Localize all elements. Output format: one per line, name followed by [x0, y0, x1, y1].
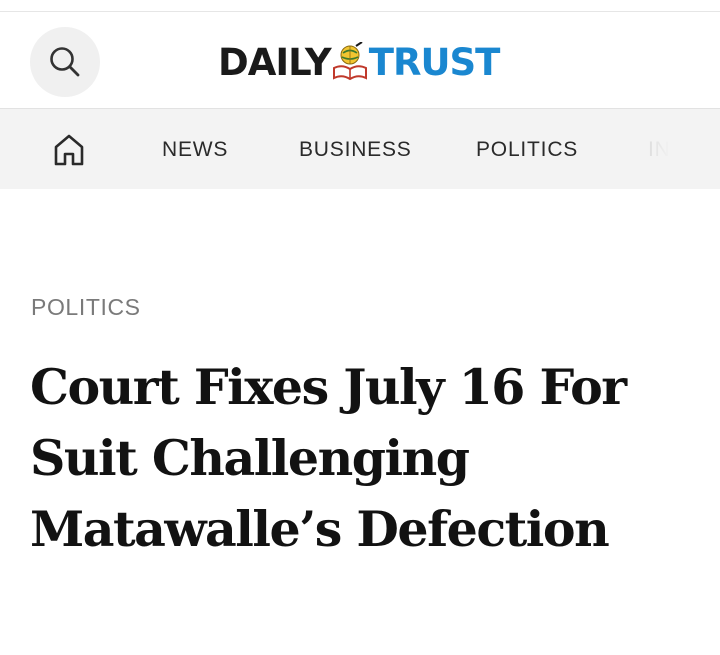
- article-headline: Court Fixes July 16 For Suit Challenging…: [30, 358, 627, 558]
- site-header: DAILY TRUST: [0, 12, 720, 108]
- article-section-label[interactable]: POLITICS: [31, 294, 141, 321]
- nav-overflow-fade: [610, 109, 720, 189]
- logo-emblem-icon: [332, 42, 367, 81]
- nav-item-business[interactable]: BUSINESS: [299, 138, 412, 162]
- search-button[interactable]: [30, 27, 100, 97]
- logo-trust-text: TRUST: [368, 40, 501, 84]
- search-icon: [50, 47, 80, 77]
- nav-item-politics[interactable]: POLITICS: [476, 138, 578, 162]
- site-logo[interactable]: DAILY TRUST: [218, 40, 501, 84]
- logo-daily-text: DAILY: [218, 40, 332, 84]
- nav-item-news[interactable]: NEWS: [162, 138, 228, 162]
- home-icon[interactable]: [50, 131, 88, 169]
- section-nav: NEWS BUSINESS POLITICS IN: [0, 108, 720, 189]
